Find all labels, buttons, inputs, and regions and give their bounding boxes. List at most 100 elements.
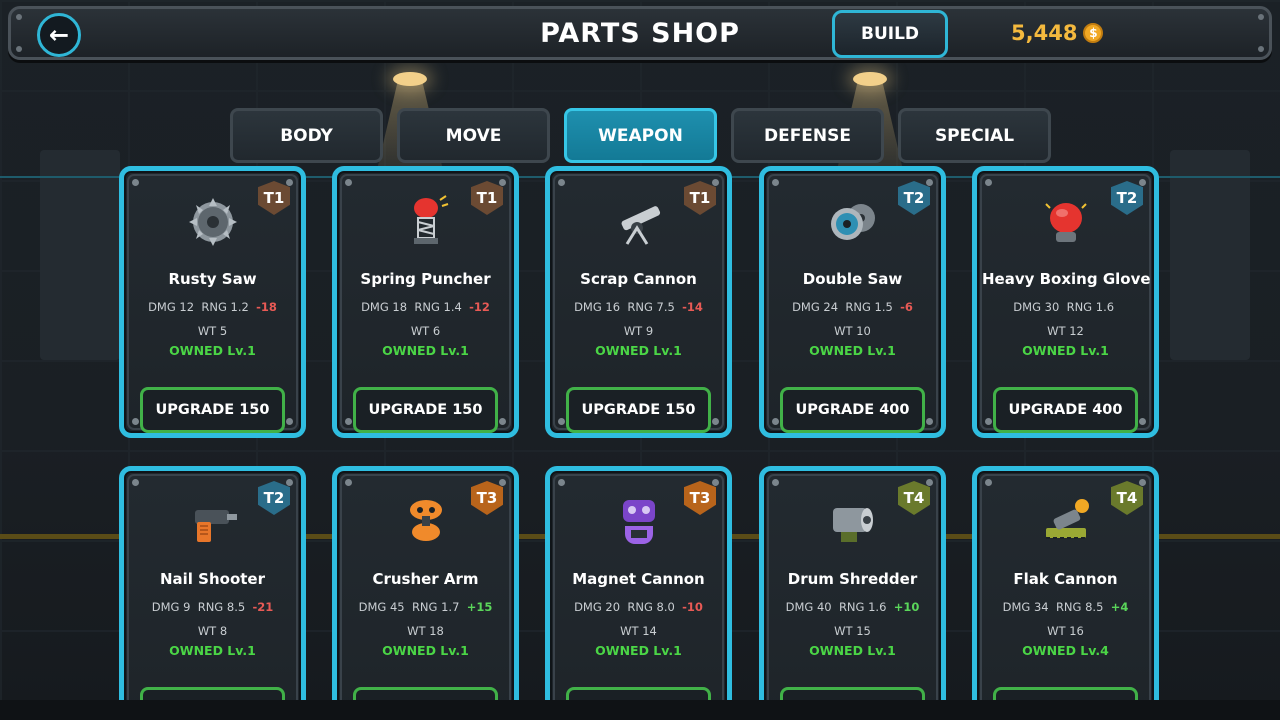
coin-amount: 5,448 [1011,21,1078,45]
upgrade-button[interactable]: UPGRADE 150 [140,387,285,433]
upgrade-button[interactable]: UPGRADE 800 [566,687,711,700]
cannon-icon [621,206,660,245]
part-card[interactable]: T4 Drum Shredder DMG 40 RNG 1.6 +10 WT 1… [759,466,946,700]
upgrade-button[interactable]: UPGRADE 150 [353,387,498,433]
owned-status: OWNED Lv.4 [1022,643,1109,658]
weight-stat: WT 14 [620,624,657,638]
part-card[interactable]: T2 Heavy Boxing Glove DMG 30 RNG 1.6 WT … [972,166,1159,438]
owned-status: OWNED Lv.1 [595,343,682,358]
tab-special[interactable]: SPECIAL [898,108,1051,163]
damage-stat: DMG 30 [1013,300,1060,314]
double-saw-icon [830,204,875,240]
part-stats: DMG 45 RNG 1.7 +15 [342,600,509,614]
damage-stat: DMG 16 [574,300,621,314]
coin-icon: $ [1083,23,1104,43]
tier-badge: T2 [258,481,290,515]
stat-delta: +15 [466,600,493,614]
weight-stat: WT 12 [1047,324,1084,338]
category-tabs: BODY MOVE WEAPON DEFENSE SPECIAL [230,108,1051,163]
owned-status: OWNED Lv.1 [809,643,896,658]
upgrade-button[interactable]: UPGRADE 1,600 [780,687,925,700]
range-stat: RNG 1.6 [1066,300,1115,314]
owned-status: OWNED Lv.1 [1022,343,1109,358]
nail-gun-icon [194,510,237,542]
part-name: Heavy Boxing Glove [982,270,1151,288]
range-stat: RNG 7.5 [627,300,675,314]
stat-delta: -6 [900,300,913,314]
upgrade-button[interactable]: UPGRADE 400 [140,687,285,700]
stat-delta: -14 [682,300,703,314]
part-name: Drum Shredder [787,570,918,588]
part-name: Crusher Arm [372,570,479,588]
range-stat: RNG 8.0 [627,600,675,614]
upgrade-button[interactable]: UPGRADE 400 [780,387,925,433]
range-stat: RNG 1.2 [201,300,249,314]
part-card[interactable]: T1 Scrap Cannon DMG 16 RNG 7.5 -14 WT 9 … [545,166,732,438]
weight-stat: WT 16 [1047,624,1084,638]
part-name: Double Saw [802,270,903,288]
owned-status: OWNED Lv.1 [809,343,896,358]
range-stat: RNG 1.4 [414,300,462,314]
weight-stat: WT 6 [410,324,441,338]
part-name: Magnet Cannon [572,570,705,588]
weight-stat: WT 15 [834,624,871,638]
part-card[interactable]: T1 Spring Puncher DMG 18 RNG 1.4 -12 WT … [332,166,519,438]
flak-cannon-icon [1045,499,1089,539]
stat-delta: +10 [893,600,920,614]
part-stats: DMG 12 RNG 1.2 -18 [129,300,296,314]
part-stats: DMG 20 RNG 8.0 -10 [555,600,722,614]
tier-badge: T4 [1111,481,1143,515]
top-bar: ← PARTS SHOP BUILD 5,448 $ [8,6,1272,60]
weight-stat: WT 8 [197,624,228,638]
tier-badge: T4 [898,481,930,515]
part-name: Spring Puncher [360,270,491,288]
upgrade-button[interactable]: UPGRADE 1,600 [993,687,1138,700]
weight-stat: WT 18 [407,624,444,638]
damage-stat: DMG 18 [361,300,408,314]
coin-balance: 5,448 $ [1011,21,1104,45]
damage-stat: DMG 24 [792,300,839,314]
tab-body[interactable]: BODY [230,108,383,163]
range-stat: RNG 8.5 [197,600,246,614]
weight-stat: WT 5 [197,324,228,338]
damage-stat: DMG 34 [1002,600,1049,614]
owned-status: OWNED Lv.1 [382,643,469,658]
part-card[interactable]: T1 Rusty Saw DMG 12 RNG 1.2 -18 WT 5 OWN… [119,166,306,438]
range-stat: RNG 8.5 [1055,600,1104,614]
owned-status: OWNED Lv.1 [169,643,256,658]
range-stat: RNG 1.7 [411,600,460,614]
part-card[interactable]: T2 Double Saw DMG 24 RNG 1.5 -6 WT 10 OW… [759,166,946,438]
tab-defense[interactable]: DEFENSE [731,108,884,163]
part-stats: DMG 18 RNG 1.4 -12 [342,300,509,314]
build-button[interactable]: BUILD [832,10,948,58]
part-name: Flak Cannon [1013,570,1118,588]
saw-blade-icon [188,198,237,246]
part-stats: DMG 16 RNG 7.5 -14 [555,300,722,314]
part-stats: DMG 24 RNG 1.5 -6 [769,300,936,314]
part-name: Rusty Saw [168,270,257,288]
tab-move[interactable]: MOVE [397,108,550,163]
tier-badge: T1 [684,181,716,215]
part-card[interactable]: T3 Magnet Cannon DMG 20 RNG 8.0 -10 WT 1… [545,466,732,700]
part-stats: DMG 9 RNG 8.5 -21 [129,600,296,614]
weight-stat: WT 10 [834,324,871,338]
part-stats: DMG 30 RNG 1.6 [982,300,1149,314]
upgrade-button[interactable]: UPGRADE 150 [566,387,711,433]
part-card[interactable]: T2 Nail Shooter DMG 9 RNG 8.5 -21 WT 8 O… [119,466,306,700]
damage-stat: DMG 9 [151,600,191,614]
drum-shredder-icon [832,508,873,542]
tier-badge: T1 [258,181,290,215]
part-name: Scrap Cannon [580,270,697,288]
part-card[interactable]: T3 Crusher Arm DMG 45 RNG 1.7 +15 WT 18 … [332,466,519,700]
spring-glove-icon [413,195,448,244]
part-stats: DMG 34 RNG 8.5 +4 [982,600,1149,614]
upgrade-button[interactable]: UPGRADE 800 [353,687,498,700]
stat-delta: -10 [682,600,703,614]
part-card[interactable]: T4 Flak Cannon DMG 34 RNG 8.5 +4 WT 16 O… [972,466,1159,700]
upgrade-button[interactable]: UPGRADE 400 [993,387,1138,433]
tab-weapon[interactable]: WEAPON [564,108,717,163]
part-stats: DMG 40 RNG 1.6 +10 [769,600,936,614]
range-stat: RNG 1.5 [845,300,893,314]
stat-delta: -18 [256,300,277,314]
boxing-glove-icon [1044,203,1087,242]
